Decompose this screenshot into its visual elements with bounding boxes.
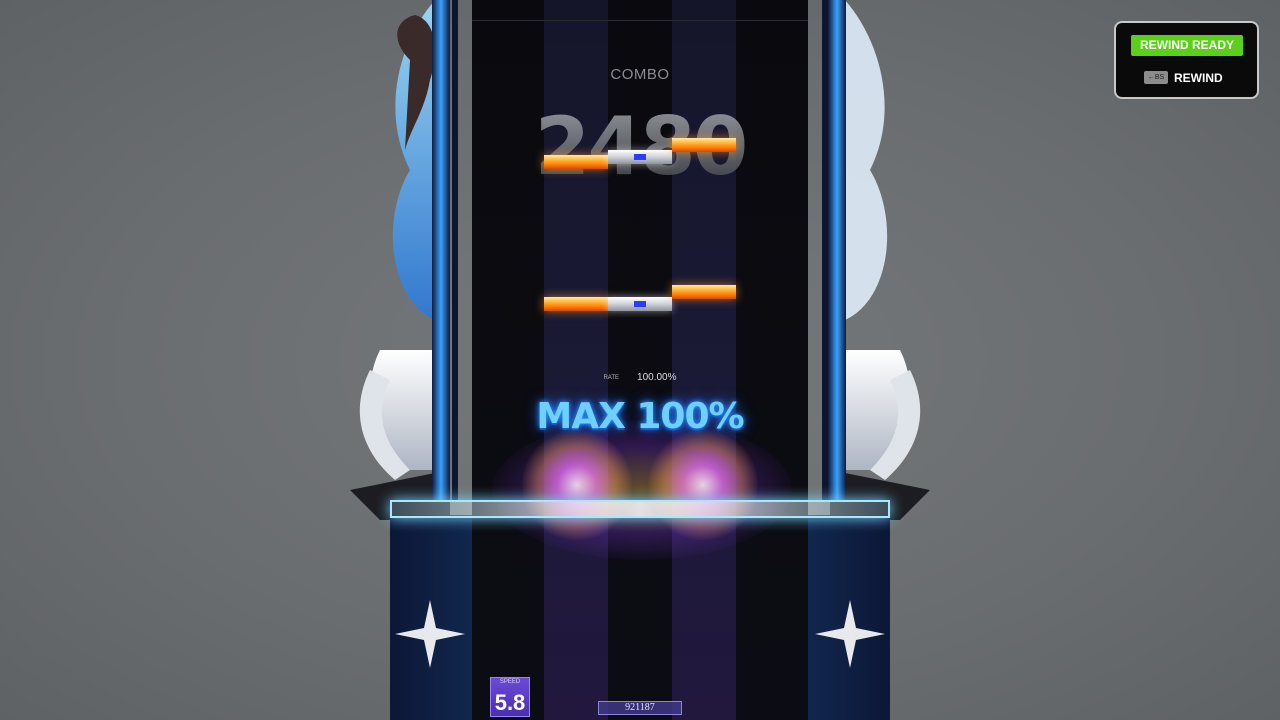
speed-label: SPEED <box>499 679 521 685</box>
note <box>608 297 672 311</box>
combo-counter: 2480 <box>472 100 808 193</box>
judgement-line <box>390 500 890 518</box>
rate-value: 100.00% <box>637 372 677 383</box>
backspace-key-icon: ←BS <box>1144 71 1168 84</box>
rate-label: RATE <box>603 374 620 381</box>
combo-label: COMBO <box>610 66 670 83</box>
note <box>672 285 736 299</box>
rewind-ready-badge: REWIND READY <box>1131 35 1243 56</box>
judgement-text: MAX 100% <box>536 396 744 437</box>
top-divider <box>472 20 808 21</box>
rewind-button[interactable]: ←BS REWIND <box>1144 67 1223 85</box>
note <box>544 297 608 311</box>
note <box>544 155 608 169</box>
speed-indicator: SPEED 5.8 <box>490 677 530 717</box>
note-highway: COMBO 2480 RATE 100.00% MAX 100% <box>472 0 808 720</box>
speed-value: 5.8 <box>494 690 526 715</box>
rewind-panel: REWIND READY ←BS REWIND <box>1114 21 1259 99</box>
note <box>672 138 736 152</box>
note <box>608 150 672 164</box>
score-display: 921187 <box>598 701 682 715</box>
rate-display: RATE 100.00% <box>472 367 808 386</box>
sparkle-field <box>492 420 792 560</box>
rewind-label: REWIND <box>1174 70 1223 85</box>
